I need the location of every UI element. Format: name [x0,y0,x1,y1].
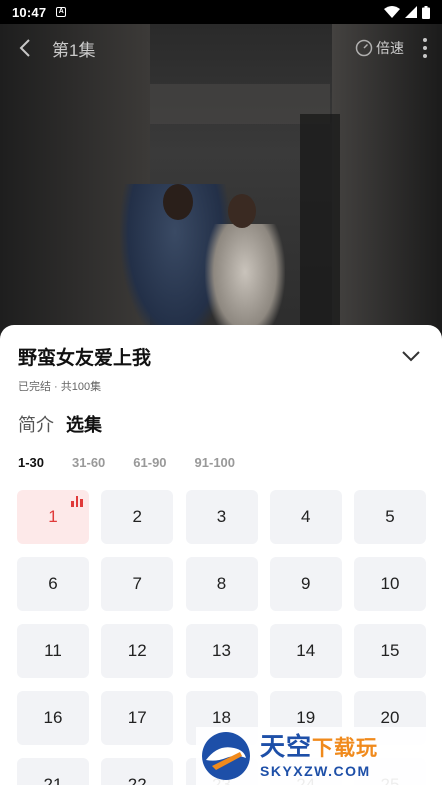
episode-range-selector: 1-30 31-60 61-90 91-100 [18,455,235,470]
more-options-icon[interactable] [422,38,428,58]
episode-button[interactable]: 13 [185,624,258,678]
episode-number: 13 [212,641,231,660]
sheet-tabs: 简介 选集 [18,411,102,437]
status-icons [384,5,430,19]
episode-button[interactable]: 22 [101,758,174,785]
signal-icon [405,6,417,18]
tab-intro[interactable]: 简介 [18,411,54,437]
site-logo-icon [202,732,250,780]
episode-sheet: 野蛮女友爱上我 已完结 · 共100集 简介 选集 1-30 31-60 61-… [0,325,442,785]
show-meta: 已完结 · 共100集 [18,381,102,393]
video-frame-head-2 [228,194,256,228]
episode-button[interactable]: 10 [354,557,426,611]
episode-button[interactable]: 7 [101,557,174,611]
site-watermark: 天空下载玩 SKYXZW.COM [196,727,442,785]
episode-button[interactable]: 21 [17,758,89,785]
episode-number: 4 [301,507,311,526]
player-top-bar: 第1集 倍速 [0,24,442,72]
episode-number: 21 [43,775,63,785]
episode-button[interactable]: 12 [101,624,174,678]
episode-button[interactable]: 11 [17,624,89,678]
status-time: 10:47 [12,4,47,20]
back-arrow-icon[interactable] [14,37,36,59]
episode-number: 12 [127,641,147,660]
notification-icon: A [56,7,67,17]
episode-button[interactable]: 14 [269,624,342,678]
episode-number: 6 [48,574,58,593]
episode-button[interactable]: 8 [185,557,258,611]
episode-button[interactable]: 1 [17,490,89,544]
status-bar: 10:47 A [0,0,442,24]
playback-speed-label: 倍速 [376,40,404,56]
sheet-header: 野蛮女友爱上我 已完结 · 共100集 [18,343,424,394]
speed-icon [355,39,373,57]
range-31-60[interactable]: 31-60 [72,455,105,470]
episode-number: 14 [296,641,316,660]
episode-button[interactable]: 5 [354,490,426,544]
episode-number: 2 [132,507,142,526]
episode-button[interactable]: 4 [269,490,342,544]
episode-button[interactable]: 3 [185,490,258,544]
episode-number: 16 [43,708,63,727]
episode-number: 1 [48,507,58,526]
playback-speed-button[interactable]: 倍速 [355,38,404,58]
episode-number: 17 [127,708,147,727]
video-frame-door [300,114,340,344]
episode-number: 20 [380,708,400,727]
watermark-text: 天空下载玩 SKYXZW.COM [260,733,378,779]
battery-icon [422,5,430,19]
watermark-url: SKYXZW.COM [260,763,371,779]
episode-number: 8 [216,574,227,593]
episode-number: 18 [212,708,231,727]
episode-button[interactable]: 16 [17,691,89,745]
wifi-icon [384,6,400,18]
range-91-100[interactable]: 91-100 [195,455,235,470]
episode-button[interactable]: 6 [17,557,89,611]
video-frame-wall-right [332,24,442,344]
episode-number: 22 [127,775,147,785]
chevron-down-icon[interactable] [400,345,422,367]
episode-number: 5 [385,507,395,526]
tab-episodes[interactable]: 选集 [66,411,102,437]
episode-number: 7 [132,574,142,593]
episode-number: 10 [380,574,400,593]
episode-number: 9 [301,574,311,593]
watermark-name: 天空下载玩 [260,733,379,761]
episode-number: 11 [44,641,62,660]
show-title: 野蛮女友爱上我 [18,348,152,369]
range-1-30[interactable]: 1-30 [18,455,44,470]
episode-number: 15 [380,641,400,660]
episode-button[interactable]: 9 [269,557,342,611]
episode-button[interactable]: 17 [101,691,174,745]
episode-button[interactable]: 2 [101,490,174,544]
video-player[interactable]: 第1集 倍速 [0,24,442,344]
video-frame-head-1 [163,184,193,220]
episode-number: 3 [216,507,227,526]
episode-button[interactable]: 15 [354,624,426,678]
now-playing-icon [71,496,83,507]
episode-number: 19 [296,708,316,727]
range-61-90[interactable]: 61-90 [133,455,166,470]
episode-title: 第1集 [52,40,96,60]
